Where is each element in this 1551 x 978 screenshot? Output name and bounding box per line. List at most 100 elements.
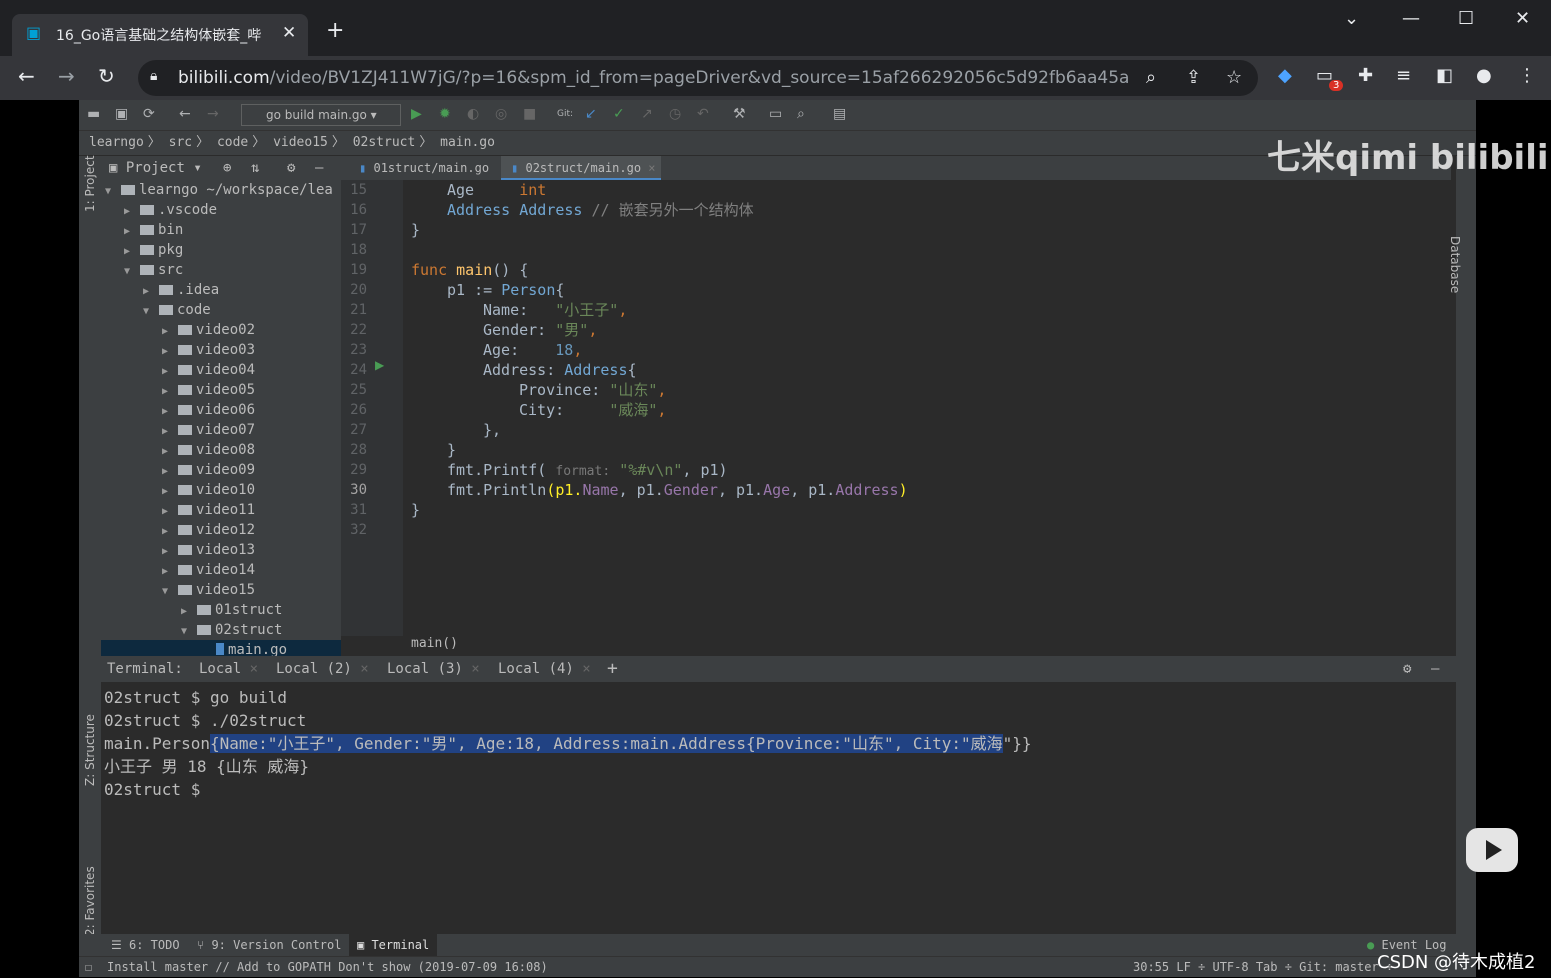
collapse-icon[interactable]: ⇅: [251, 156, 259, 180]
terminal-tab-local-2[interactable]: Local (2) ×: [276, 656, 369, 682]
coverage-icon[interactable]: ◐: [467, 106, 479, 122]
terminal-gear-icon[interactable]: ⚙: [1403, 656, 1411, 682]
tree-item[interactable]: ▶ video07: [101, 420, 341, 440]
tree-item[interactable]: ▶ video12: [101, 520, 341, 540]
tree-item[interactable]: ▶ video11: [101, 500, 341, 520]
status-message[interactable]: Install master // Add to GOPATH Don't sh…: [107, 957, 548, 977]
tree-item[interactable]: ▼ src: [101, 260, 341, 280]
tree-item[interactable]: ▶ video14: [101, 560, 341, 580]
status-toggle-icon[interactable]: ☐: [85, 957, 92, 977]
expanded-arrow-icon[interactable]: ▼: [105, 182, 121, 202]
tree-item[interactable]: ▶ bin: [101, 220, 341, 240]
database-tool-button[interactable]: Database: [1448, 236, 1462, 293]
tree-item[interactable]: ▼ video15: [101, 580, 341, 600]
side-panel-icon[interactable]: ◧: [1436, 65, 1453, 86]
collapsed-arrow-icon[interactable]: ▶: [162, 462, 178, 482]
tree-item[interactable]: ▶ video13: [101, 540, 341, 560]
nav-forward-icon[interactable]: →: [207, 106, 219, 122]
breadcrumb-02struct[interactable]: 02struct: [353, 135, 416, 150]
git-rollback-icon[interactable]: ↶: [697, 106, 709, 122]
tree-item[interactable]: ▶ 01struct: [101, 600, 341, 620]
tree-item[interactable]: ▶ .idea: [101, 280, 341, 300]
tree-item[interactable]: ▼ code: [101, 300, 341, 320]
new-tab-button[interactable]: +: [326, 18, 344, 43]
close-window-icon[interactable]: ✕: [1515, 8, 1530, 29]
terminal-hide-icon[interactable]: —: [1431, 656, 1439, 682]
tree-item[interactable]: ▶ video10: [101, 480, 341, 500]
tree-item[interactable]: ▶ pkg: [101, 240, 341, 260]
version-control-tool-button[interactable]: ⑂ 9: Version Control: [197, 934, 341, 956]
terminal-tab-local-4[interactable]: Local (4) ×: [498, 656, 591, 682]
share-icon[interactable]: ⇪: [1186, 67, 1201, 88]
collapsed-arrow-icon[interactable]: ▶: [162, 542, 178, 562]
breadcrumb-code[interactable]: code: [217, 135, 248, 150]
collapsed-arrow-icon[interactable]: ▶: [162, 362, 178, 382]
project-tool-button[interactable]: 1: Project: [83, 155, 97, 212]
save-icon[interactable]: ▣: [115, 106, 128, 122]
breadcrumb-main-go[interactable]: main.go: [440, 135, 495, 150]
translate-icon[interactable]: ▤: [833, 106, 846, 122]
stop-icon[interactable]: ■: [523, 106, 536, 122]
project-panel-title[interactable]: Project: [126, 160, 185, 176]
tree-item[interactable]: ▶ video08: [101, 440, 341, 460]
sync-icon[interactable]: ⟳: [143, 106, 155, 122]
nav-back-icon[interactable]: ←: [179, 106, 191, 122]
hide-panel-icon[interactable]: —: [315, 156, 323, 180]
tab-close-icon[interactable]: ✕: [282, 23, 296, 43]
terminal-tool-button[interactable]: ▣ Terminal: [349, 934, 438, 956]
code-editor[interactable]: ▮ 01struct/main.go × ▮ 02struct/main.go …: [341, 156, 1451, 656]
collapsed-arrow-icon[interactable]: ▶: [162, 342, 178, 362]
browser-menu-icon[interactable]: ⋮: [1518, 65, 1536, 86]
locate-icon[interactable]: ⊕: [223, 156, 231, 180]
expanded-arrow-icon[interactable]: ▼: [143, 302, 159, 322]
breadcrumb-src[interactable]: src: [169, 135, 192, 150]
extensions-puzzle-icon[interactable]: ✚: [1358, 65, 1373, 86]
expanded-arrow-icon[interactable]: ▼: [162, 582, 178, 602]
favorites-tool-button[interactable]: 2: Favorites: [83, 866, 97, 936]
new-terminal-button[interactable]: +: [607, 656, 618, 682]
project-structure-icon[interactable]: ▭: [769, 106, 782, 122]
tree-item[interactable]: ▶ video04: [101, 360, 341, 380]
address-bar[interactable]: 🔒︎ bilibili.com/video/BV1ZJ411W7jG/?p=16…: [138, 60, 1258, 96]
git-commit-icon[interactable]: ✓: [613, 106, 625, 122]
search-everywhere-icon[interactable]: ⌕: [797, 106, 805, 122]
collapsed-arrow-icon[interactable]: ▶: [162, 522, 178, 542]
tree-item[interactable]: ▼ 02struct: [101, 620, 341, 640]
browser-tab-active[interactable]: ▣ 16_Go语言基础之结构体嵌套_哔 ✕: [12, 14, 308, 56]
todo-tool-button[interactable]: ☰ 6: TODO: [111, 934, 180, 956]
collapsed-arrow-icon[interactable]: ▶: [143, 282, 159, 302]
collapsed-arrow-icon[interactable]: ▶: [162, 442, 178, 462]
editor-tab-01struct[interactable]: ▮ 01struct/main.go ×: [349, 156, 501, 199]
tree-item[interactable]: ▶ .vscode: [101, 200, 341, 220]
git-history-icon[interactable]: ◷: [669, 106, 681, 122]
debug-icon[interactable]: ✹: [439, 106, 451, 122]
profile-avatar-icon[interactable]: ●: [1476, 65, 1492, 86]
extension-gem-icon[interactable]: ◆: [1278, 65, 1292, 86]
tree-item[interactable]: ▶ video09: [101, 460, 341, 480]
collapsed-arrow-icon[interactable]: ▶: [162, 382, 178, 402]
git-push-icon[interactable]: ↗: [641, 106, 653, 122]
tree-item[interactable]: ▶ video02: [101, 320, 341, 340]
status-right-info[interactable]: 30:55 LF ÷ UTF-8 Tab ÷ Git: master ÷: [1133, 957, 1393, 977]
breadcrumb-video15[interactable]: video15: [273, 135, 328, 150]
tab-search-icon[interactable]: ⌄: [1344, 8, 1359, 29]
open-folder-icon[interactable]: ▬: [87, 106, 100, 122]
back-icon[interactable]: ←: [18, 64, 35, 88]
expanded-arrow-icon[interactable]: ▼: [181, 622, 197, 642]
settings-wrench-icon[interactable]: ⚒: [733, 106, 746, 122]
profile-icon[interactable]: ◎: [495, 106, 507, 122]
structure-tool-button[interactable]: Z: Structure: [83, 714, 97, 786]
terminal-tab-local-3[interactable]: Local (3) ×: [387, 656, 480, 682]
gear-icon[interactable]: ⚙: [287, 156, 295, 180]
maximize-icon[interactable]: ☐: [1458, 8, 1474, 29]
reload-icon[interactable]: ↻: [98, 64, 115, 88]
tree-item[interactable]: ▶ video05: [101, 380, 341, 400]
editor-tab-02struct[interactable]: ▮ 02struct/main.go ×: [501, 156, 661, 180]
terminal-panel[interactable]: Terminal: Local × Local (2) × Local (3) …: [101, 656, 1456, 928]
tab-close-icon[interactable]: ×: [648, 161, 655, 175]
collapsed-arrow-icon[interactable]: ▶: [124, 202, 140, 222]
expanded-arrow-icon[interactable]: ▼: [124, 262, 140, 282]
collapsed-arrow-icon[interactable]: ▶: [162, 562, 178, 582]
run-configuration-select[interactable]: go build main.go ▾: [241, 104, 401, 126]
lock-icon[interactable]: 🔒︎: [150, 68, 157, 84]
